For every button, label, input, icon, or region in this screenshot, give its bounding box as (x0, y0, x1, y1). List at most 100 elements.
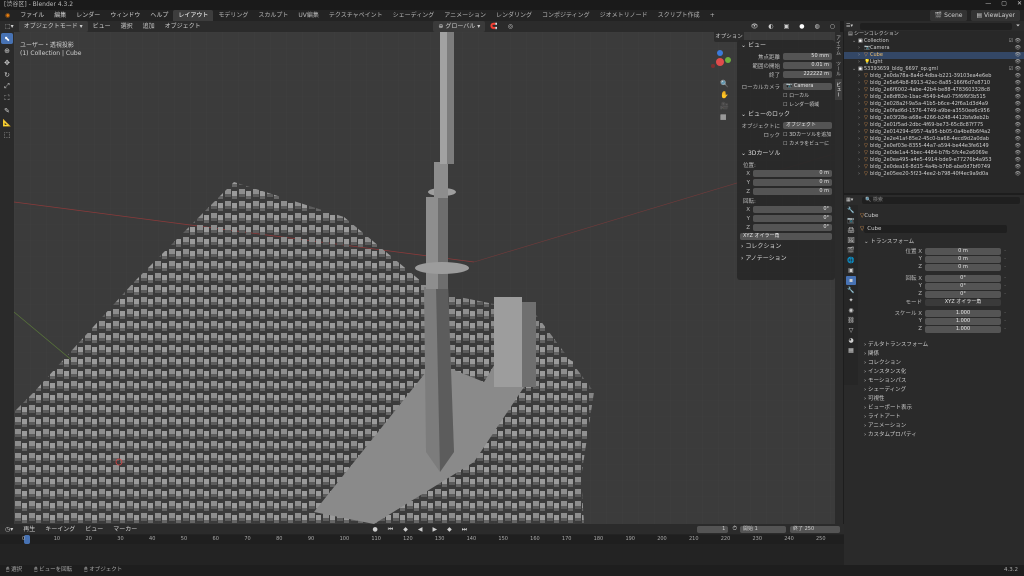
scene-props-icon[interactable]: 🎬 (846, 246, 856, 255)
gizmo-z-icon[interactable] (717, 50, 723, 56)
keyframe-dot-icon[interactable]: · (1001, 318, 1009, 324)
shading-material-icon[interactable]: ◍ (810, 21, 825, 32)
annotate-tool-icon[interactable]: ✎ (1, 105, 13, 116)
menu-render[interactable]: レンダー (71, 10, 105, 21)
gizmo-y-icon[interactable] (725, 57, 731, 63)
section-animation[interactable]: › アニメーション (860, 422, 1020, 431)
scene-collection-row[interactable]: ▤ シーンコレクション (844, 31, 1024, 38)
list-item[interactable]: › ▽ bldg_2e0da78a-8a4d-4dba-b221-39103ea4e… (844, 73, 1024, 80)
collection-props-icon[interactable]: ▣ (846, 266, 856, 275)
lock-object-field[interactable]: オブジェクト (783, 122, 832, 129)
tab-layout[interactable]: レイアウト (173, 10, 214, 21)
scale-tool-icon[interactable]: ⤢ (1, 81, 13, 92)
list-item[interactable]: › ▽ bldg_2e0de1a4-5bec-4484-b7fb-5fc4e2e60… (844, 150, 1024, 157)
list-item[interactable]: › ▽ bldg_2e0fad6d-1576-4749-a9be-a3550ee6c… (844, 108, 1024, 115)
visibility-eye-icon[interactable]: 👁 (1005, 80, 1024, 87)
properties-search[interactable]: 🔍 検索 (862, 196, 1020, 204)
world-props-icon[interactable]: 🌐 (846, 256, 856, 265)
end-frame-field[interactable]: 終了 250 (790, 525, 840, 533)
section-custom-properties[interactable]: › カスタムプロパティ (860, 431, 1020, 440)
object-props-icon[interactable]: ▪ (846, 276, 856, 285)
outliner-item-light[interactable]: › 💡 Light 👁 (844, 59, 1024, 66)
play-reverse-icon[interactable]: ◀ (413, 524, 428, 535)
transform-orientation[interactable]: ⊕ グローバル ▾ (433, 21, 486, 32)
scene-selector[interactable]: 🎬 Scene (929, 10, 968, 21)
location-y-field[interactable]: 0 m (925, 255, 1001, 263)
timer-icon[interactable]: ⏱ (732, 525, 737, 533)
outliner-item-cube[interactable]: › ▽ Cube 👁 (844, 52, 1024, 59)
menu-edit[interactable]: 編集 (49, 10, 71, 21)
list-item[interactable]: › ▽ bldg_2e0ef03e-8355-44a7-a594-be44e3fe6… (844, 143, 1024, 150)
ortho-toggle-icon[interactable]: ▦ (720, 113, 732, 121)
cursor-rot-z-field[interactable]: 0° (753, 224, 832, 231)
gizmo-x-icon[interactable] (716, 58, 724, 66)
3d-cursor-header[interactable]: ⌄ 3Dカーソル (737, 148, 835, 160)
location-z-field[interactable]: 0 m (925, 263, 1001, 271)
3d-viewport[interactable]: オプション 🔍 ✋ 🎥 ▦ (14, 32, 840, 524)
rotation-y-field[interactable]: 0° (925, 282, 1001, 290)
list-item[interactable]: › ▽ bldg_2e0ea495-a4e5-4914-bde9-e77276b4a… (844, 157, 1024, 164)
current-frame-field[interactable]: 1 (697, 525, 729, 533)
visibility-eye-icon[interactable]: 👁 (1005, 52, 1024, 59)
collection-row[interactable]: ⌄ ▣ Collection ☑ 👁 (844, 38, 1024, 45)
menu-help[interactable]: ヘルプ (145, 10, 173, 21)
section-line-art[interactable]: › ライトアート (860, 413, 1020, 422)
keyframe-dot-icon[interactable]: · (1001, 310, 1009, 316)
add-workspace-icon[interactable]: + (705, 10, 720, 21)
physics-props-icon[interactable]: ◉ (846, 306, 856, 315)
transform-header[interactable]: ⌄ トランスフォーム (860, 238, 1020, 247)
proportional-edit-icon[interactable]: ◎ (503, 21, 518, 32)
section-motion-paths[interactable]: › モーションパス (860, 377, 1020, 386)
jump-end-icon[interactable]: ⏭ (457, 524, 472, 535)
visibility-eye-icon[interactable]: 👁 (1005, 136, 1024, 143)
lock-camera-checkbox[interactable]: ☐ カメラをビューに (783, 140, 829, 147)
measure-tool-icon[interactable]: 📐 (1, 117, 13, 128)
mode-selector[interactable]: オブジェクトモード ▾ (18, 21, 88, 32)
tab-shading[interactable]: シェーディング (388, 10, 440, 21)
gml-collection-row[interactable]: ⌄ ▣ 53393659_bldg_6697_op.gml ☑ 👁 (844, 66, 1024, 73)
visibility-eye-icon[interactable]: 👁 (1005, 164, 1024, 171)
minimize-icon[interactable]: — (985, 0, 991, 10)
scale-z-field[interactable]: 1.000 (925, 325, 1001, 333)
section-relations[interactable]: › 関係 (860, 350, 1020, 359)
visibility-eye-icon[interactable]: 👁 (1005, 45, 1024, 52)
keyframe-dot-icon[interactable]: · (1001, 291, 1009, 297)
section-delta-transform[interactable]: › デルタトランスフォーム (860, 341, 1020, 350)
local-checkbox[interactable]: ☐ ローカル (783, 92, 809, 99)
visibility-eye-icon[interactable]: 👁 (1005, 59, 1024, 66)
modifier-props-icon[interactable]: 🔧 (846, 286, 856, 295)
transform-tool-icon[interactable]: ⛶ (1, 93, 13, 104)
menu-file[interactable]: ファイル (15, 10, 49, 21)
snap-icon[interactable]: 🧲 (485, 21, 502, 32)
timeline-menu-playback[interactable]: 再生 (18, 524, 40, 535)
list-item[interactable]: › ▽ bldg_2e05ee20-5f23-4ee2-b798-40f4ec9a9… (844, 171, 1024, 178)
clip-end-field[interactable]: 222222 m (783, 71, 832, 78)
cursor-loc-z-field[interactable]: 0 m (753, 188, 832, 195)
visibility-eye-icon[interactable]: 👁 (1005, 87, 1024, 94)
viewport-menu-select[interactable]: 選択 (116, 21, 138, 32)
collection-panel-header[interactable]: › コレクション (737, 241, 835, 253)
list-item[interactable]: › ▽ bldg_2e2e41af-85e2-45c0-ba68-4ecd9d2a0… (844, 136, 1024, 143)
rotation-x-field[interactable]: 0° (925, 274, 1001, 282)
shading-rendered-icon[interactable]: ○ (825, 21, 840, 32)
section-shading[interactable]: › シェーディング (860, 386, 1020, 395)
cursor-loc-x-field[interactable]: 0 m (753, 170, 832, 177)
tab-uv-edit[interactable]: UV編集 (293, 10, 324, 21)
play-icon[interactable]: ▶ (427, 524, 442, 535)
local-camera-field[interactable]: 📷 Camera (783, 83, 832, 90)
timeline-editor-icon[interactable]: ◷▾ (0, 524, 18, 535)
cursor-loc-y-field[interactable]: 0 m (753, 179, 832, 186)
cursor-rot-mode-dropdown[interactable]: XYZ オイラー角 (740, 233, 832, 240)
visibility-eye-icon[interactable]: 👁 (1005, 143, 1024, 150)
select-tool-icon[interactable]: ⬉ (1, 33, 13, 44)
sidebar-tab-view[interactable]: ビュー (835, 79, 842, 100)
visibility-eye-icon[interactable]: 👁 (1005, 157, 1024, 164)
list-item[interactable]: › ▽ bldg_2e8df82e-1bac-4549-b4a0-75f6f6f3b… (844, 94, 1024, 101)
maximize-icon[interactable]: ▢ (1001, 0, 1007, 10)
viewport-menu-object[interactable]: オブジェクト (160, 21, 206, 32)
visibility-eye-icon[interactable]: 👁 (1005, 122, 1024, 129)
shading-solid-icon[interactable]: ● (794, 21, 809, 32)
list-item[interactable]: › ▽ bldg_2e6f6002-4abe-42b4-be88-478360332… (844, 87, 1024, 94)
view-lock-header[interactable]: ⌄ ビューのロック (737, 109, 835, 121)
section-instancing[interactable]: › インスタンス化 (860, 368, 1020, 377)
